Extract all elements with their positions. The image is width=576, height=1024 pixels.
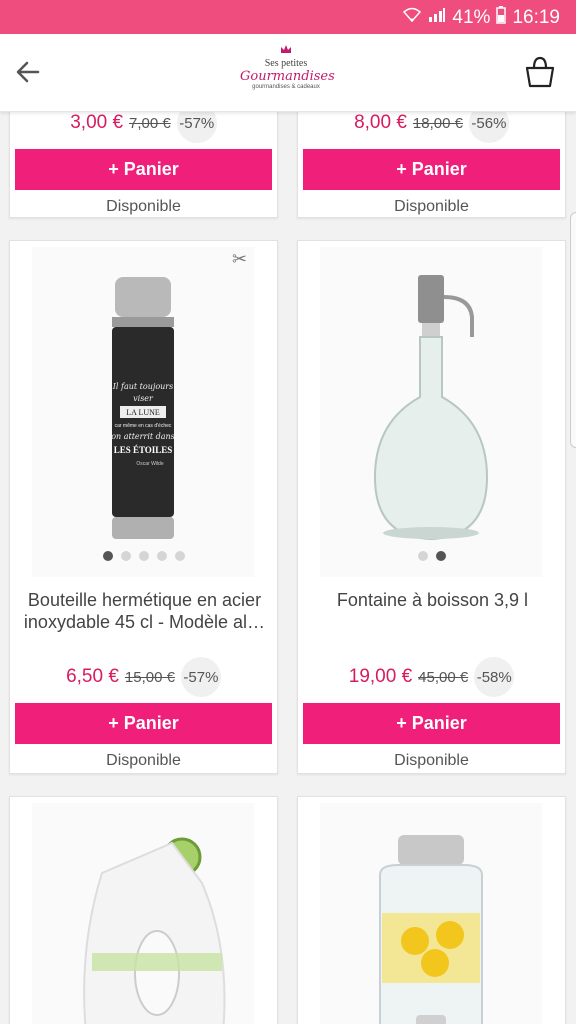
product-card[interactable]: 8,00 € 18,00 € -56% + Panier Disponible	[297, 112, 566, 218]
svg-text:✂: ✂	[232, 249, 247, 269]
shopping-bag-icon[interactable]	[522, 54, 558, 90]
carousel-dot[interactable]	[138, 551, 149, 561]
clock: 16:19	[512, 7, 560, 28]
svg-text:Il faut toujours: Il faut toujours	[112, 382, 173, 391]
battery-icon	[496, 6, 507, 30]
add-to-cart-button[interactable]: + Panier	[15, 149, 272, 190]
svg-text:Oscar Wilde: Oscar Wilde	[136, 461, 163, 467]
old-price: 18,00 €	[412, 114, 463, 132]
discount-badge: -56%	[468, 112, 509, 143]
product-title[interactable]: Bouteille hermétique en acier inoxydable…	[16, 589, 273, 633]
old-price: 15,00 €	[124, 668, 175, 686]
add-to-cart-button[interactable]: + Panier	[303, 703, 560, 744]
product-card[interactable]: Fontaine à boisson 3,9 l 19,00 € 45,00 €…	[297, 240, 566, 774]
carousel-dot[interactable]	[417, 551, 428, 561]
product-image[interactable]	[32, 803, 254, 1024]
product-title[interactable]: Fontaine à boisson 3,9 l	[304, 589, 561, 611]
discount-badge: -57%	[176, 112, 217, 143]
carousel-dot[interactable]	[120, 551, 131, 561]
image-carousel-dots[interactable]	[10, 551, 277, 561]
jar-dispenser-image	[379, 835, 483, 1024]
product-grid[interactable]: 3,00 € 7,00 € -57% + Panier Disponible 8…	[0, 112, 576, 1024]
wifi-icon	[402, 7, 422, 29]
carousel-dot[interactable]	[435, 551, 446, 561]
thermos-image: Il faut toujours viser LA LUNE car même …	[111, 249, 247, 539]
product-image[interactable]: Il faut toujours viser LA LUNE car même …	[32, 247, 254, 577]
logo-main-text: Gourmandises	[240, 69, 335, 84]
price-row: 3,00 € 7,00 € -57%	[10, 112, 277, 143]
price-row: 8,00 € 18,00 € -56%	[298, 112, 565, 143]
svg-text:LA LUNE: LA LUNE	[126, 408, 160, 417]
signal-icon	[428, 7, 446, 29]
price-row: 6,50 € 15,00 € -57%	[10, 657, 277, 697]
back-arrow-icon[interactable]	[12, 56, 44, 88]
product-card[interactable]: Il faut toujours viser LA LUNE car même …	[9, 240, 278, 774]
svg-text:car même en cas d'échec: car même en cas d'échec	[115, 423, 172, 429]
availability-label: Disponible	[394, 198, 469, 215]
carafe-image	[83, 837, 226, 1024]
carousel-dot[interactable]	[156, 551, 167, 561]
discount-badge: -57%	[180, 657, 221, 697]
svg-text:LES ÉTOILES: LES ÉTOILES	[114, 445, 173, 455]
battery-percent: 41%	[452, 7, 491, 28]
image-carousel-dots[interactable]	[298, 551, 565, 561]
availability-label: Disponible	[394, 752, 469, 769]
app-bar: Ses petites Gourmandises gourmandises & …	[0, 34, 576, 112]
status-bar: 41% 16:19	[0, 0, 576, 34]
product-image[interactable]	[320, 803, 542, 1024]
scroll-indicator[interactable]	[570, 212, 576, 448]
price: 19,00 €	[348, 666, 413, 687]
svg-text:viser: viser	[133, 394, 154, 403]
product-card[interactable]	[297, 796, 566, 1024]
availability-label: Disponible	[106, 198, 181, 215]
svg-text:on atterrit dans: on atterrit dans	[111, 432, 175, 441]
price: 3,00 €	[70, 112, 124, 133]
price-row: 19,00 € 45,00 € -58%	[298, 657, 565, 697]
logo-top-text: Ses petites	[264, 58, 308, 69]
product-image[interactable]	[320, 247, 542, 577]
old-price: 7,00 €	[129, 114, 171, 132]
product-card[interactable]: 3,00 € 7,00 € -57% + Panier Disponible	[9, 112, 278, 218]
crown-icon	[281, 45, 291, 53]
logo-sub-text: gourmandises & cadeaux	[252, 84, 320, 90]
carousel-dot[interactable]	[102, 551, 113, 561]
add-to-cart-button[interactable]: + Panier	[303, 149, 560, 190]
old-price: 45,00 €	[418, 668, 469, 686]
carousel-dot[interactable]	[174, 551, 185, 561]
product-card[interactable]	[9, 796, 278, 1024]
drink-fountain-image	[373, 275, 489, 541]
price: 6,50 €	[66, 666, 119, 687]
store-logo[interactable]: Ses petites Gourmandises gourmandises & …	[240, 44, 335, 100]
add-to-cart-button[interactable]: + Panier	[15, 703, 272, 744]
availability-label: Disponible	[106, 752, 181, 769]
price: 8,00 €	[354, 112, 407, 133]
discount-badge: -58%	[474, 657, 515, 697]
